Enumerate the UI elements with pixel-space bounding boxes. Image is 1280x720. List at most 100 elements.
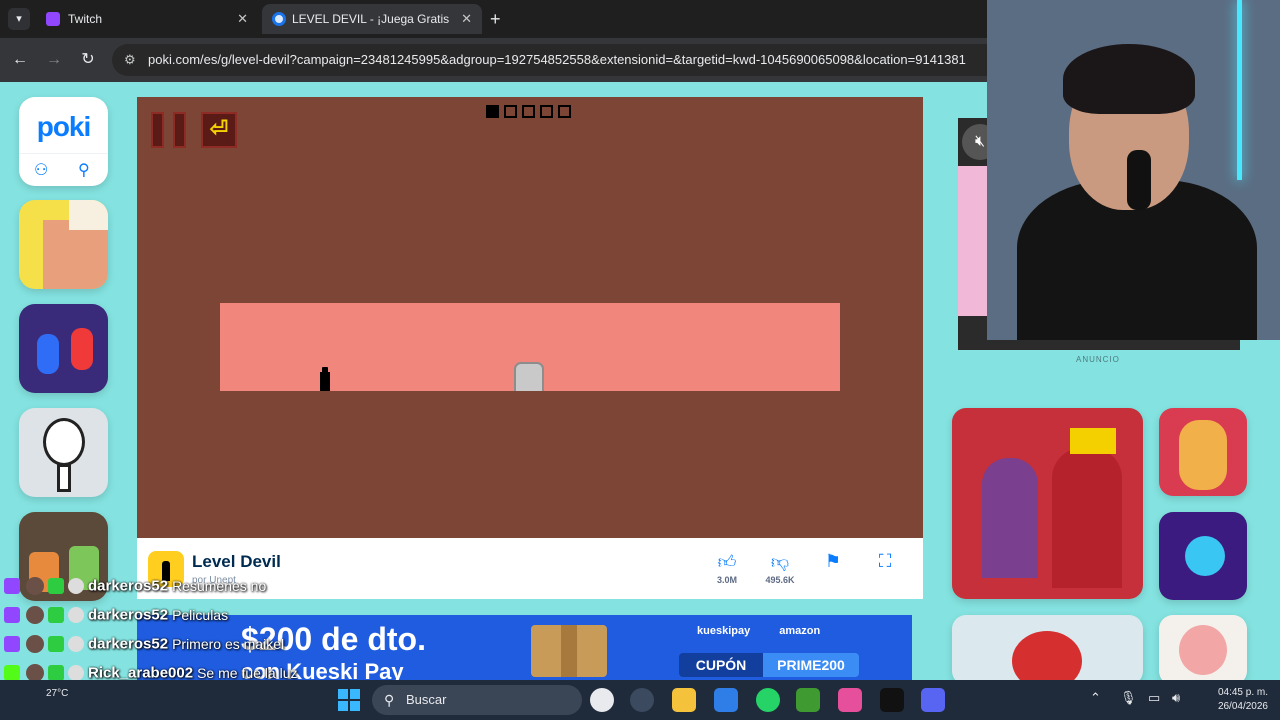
mic-icon[interactable]: 🎙︎: [1120, 690, 1137, 706]
file-explorer-icon[interactable]: [672, 688, 696, 712]
game-thumbnail[interactable]: [1159, 408, 1247, 496]
progress-square: [504, 105, 517, 118]
game-thumbnail-large[interactable]: [952, 615, 1143, 680]
ad-label: ANUNCIO: [1076, 355, 1120, 364]
progress-square: [558, 105, 571, 118]
minecraft-icon[interactable]: [796, 688, 820, 712]
player-character: [320, 367, 330, 391]
search-icon: ⚲: [384, 692, 395, 708]
windows-start-icon[interactable]: [338, 689, 360, 711]
avatar: [26, 577, 44, 595]
chevron-up-icon[interactable]: ⌃: [1090, 690, 1101, 706]
close-icon[interactable]: ✕: [237, 4, 248, 34]
whatsapp-icon[interactable]: [756, 688, 780, 712]
game-thumbnail[interactable]: [1159, 512, 1247, 600]
game-thumbnail-large[interactable]: [952, 408, 1143, 599]
badge-icon: [68, 578, 84, 594]
obs-icon[interactable]: [630, 688, 654, 712]
coupon-label: CUPÓN: [679, 653, 763, 677]
store-icon[interactable]: [714, 688, 738, 712]
dislike-button[interactable]: 👎︎ 495.6K: [758, 551, 802, 585]
thumbs-up-icon: 👍︎: [717, 552, 737, 572]
user-icon[interactable]: ⚇: [34, 160, 48, 180]
report-button[interactable]: ⚑: [811, 551, 855, 572]
progress-square: [522, 105, 535, 118]
progress-square: [540, 105, 553, 118]
chat-message: darkeros52 Peliculas: [4, 606, 228, 628]
chat-username: darkeros52: [88, 635, 169, 653]
level-progress: [486, 105, 576, 120]
twitch-icon: [4, 607, 20, 623]
weather-widget[interactable]: 27°C: [46, 688, 68, 699]
avatar: [26, 606, 44, 624]
chat-text: Peliculas: [172, 607, 229, 623]
discord-icon[interactable]: [921, 688, 945, 712]
tab-title: Twitch: [68, 12, 103, 26]
forward-arrow-icon[interactable]: →: [42, 48, 66, 72]
kick-icon: [4, 665, 20, 681]
taskbar-search[interactable]: ⚲ Buscar: [372, 685, 582, 715]
poki-logo-card[interactable]: poki ⚇ ⚲: [19, 97, 108, 186]
amazon-logo: amazon: [779, 625, 821, 637]
game-thumbnail[interactable]: [19, 200, 108, 289]
avatar: [26, 635, 44, 653]
time: 04:45 p. m.: [1217, 687, 1268, 698]
chat-username: Rick_arabe002: [88, 664, 194, 682]
tab-twitch[interactable]: Twitch ✕: [36, 4, 258, 34]
fullscreen-button[interactable]: ⛶: [863, 551, 907, 572]
chrome-icon[interactable]: [590, 688, 614, 712]
pause-button[interactable]: [151, 112, 187, 148]
game-title: Level Devil: [192, 552, 281, 571]
chat-username: darkeros52: [88, 577, 169, 595]
back-arrow-icon[interactable]: ←: [8, 48, 32, 72]
poki-icon: [272, 12, 286, 26]
badge-icon: [68, 665, 84, 681]
taskbar-clock[interactable]: 04:45 p. m. 26/04/2026: [1198, 686, 1268, 714]
twitch-icon: [4, 636, 20, 652]
tab-title: LEVEL DEVIL - ¡Juega Gratis Onl: [292, 12, 450, 26]
tiktok-icon[interactable]: [880, 688, 904, 712]
chat-text: Primero es maikel: [172, 636, 285, 652]
close-icon[interactable]: ✕: [461, 4, 472, 34]
game-thumbnail[interactable]: [19, 408, 108, 497]
site-settings-icon[interactable]: ⚙: [124, 44, 136, 76]
dislike-count: 495.6K: [765, 575, 795, 585]
app-icon[interactable]: [838, 688, 862, 712]
like-count: 3.0M: [716, 575, 737, 585]
chat-message: darkeros52 Primero es maikel: [4, 635, 284, 657]
thumbs-down-icon: 👎︎: [770, 552, 790, 572]
restart-icon[interactable]: ⏎: [201, 112, 237, 148]
like-button[interactable]: 👍︎ 3.0M: [705, 551, 749, 585]
kueskipay-logo: kueskipay: [697, 625, 751, 637]
badge-icon: [48, 665, 64, 681]
exit-door: [514, 362, 544, 391]
game-canvas[interactable]: ⏎: [137, 97, 923, 538]
tab-level-devil[interactable]: LEVEL DEVIL - ¡Juega Gratis Onl ✕: [262, 4, 482, 34]
chat-message: darkeros52 Resumenes no: [4, 577, 266, 599]
search-icon[interactable]: ⚲: [78, 160, 90, 180]
new-tab-button[interactable]: +: [490, 8, 501, 30]
url-text: poki.com/es/g/level-devil?campaign=23481…: [148, 52, 966, 67]
chat-text: Resumenes no: [172, 578, 267, 594]
badge-icon: [48, 607, 64, 623]
game-thumbnail[interactable]: [1159, 615, 1247, 680]
search-placeholder: Buscar: [406, 692, 447, 707]
game-thumbnail[interactable]: [19, 304, 108, 393]
badge-icon: [68, 636, 84, 652]
volume-icon[interactable]: 🔊︎: [1172, 690, 1180, 706]
fullscreen-icon: ⛶: [878, 551, 892, 571]
chat-text: Se me fue la luz: [197, 665, 298, 681]
flag-icon: ⚑: [824, 551, 842, 571]
tab-search-chevron-icon[interactable]: ▾: [8, 8, 30, 30]
chat-username: darkeros52: [88, 606, 169, 624]
progress-square: [486, 105, 499, 118]
badge-icon: [48, 636, 64, 652]
reload-icon[interactable]: ↻: [76, 48, 100, 72]
amazon-box-image: [531, 625, 607, 677]
taskbar: 27°C ⚲ Buscar ⌃ 🎙︎ ▭ 🔊︎ 04:45 p. m. 26/0…: [0, 680, 1280, 720]
network-icon[interactable]: ▭: [1148, 690, 1160, 706]
coupon-code: PRIME200: [763, 653, 859, 677]
webcam-overlay: [987, 0, 1280, 340]
twitch-icon: [46, 12, 60, 26]
poki-logo[interactable]: poki: [19, 111, 108, 143]
